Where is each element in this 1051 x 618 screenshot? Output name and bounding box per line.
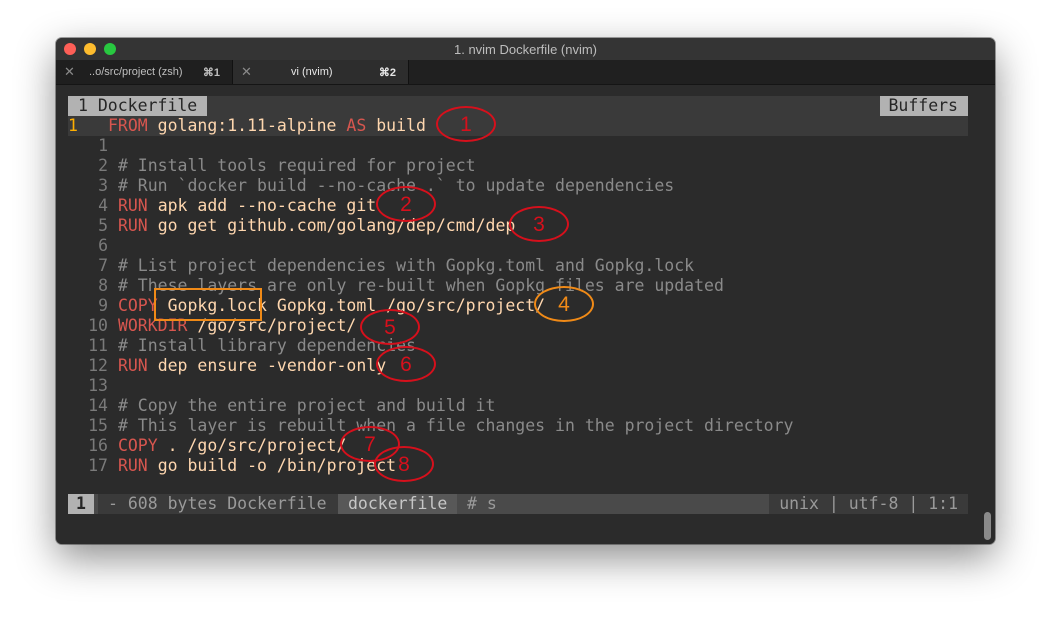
status-line: 1 - 608 bytes Dockerfile dockerfile # s … [68,494,968,514]
keyword: RUN [117,456,158,475]
code-line[interactable]: 15 # This layer is rebuilt when a file c… [68,416,968,436]
line-number: 6 [98,236,108,255]
keyword: FROM [108,116,158,135]
annotation-6: 6 [376,346,436,382]
annotation-4: 4 [534,286,594,322]
code-line[interactable]: 1 [68,136,968,156]
code-line[interactable]: 12 RUN dep ensure -vendor-only [68,356,968,376]
title-bar: 1. nvim Dockerfile (nvim) [56,38,995,60]
code-text: apk add --no-cache git [157,196,377,215]
keyword: RUN [117,356,158,375]
line-number: 12 [88,356,108,375]
code-line[interactable]: 13 [68,376,968,396]
code-line[interactable]: 6 [68,236,968,256]
mode-indicator: 1 [68,494,94,514]
tab-shortcut: ⌘2 [378,67,396,79]
line-number: 14 [88,396,108,415]
line-number: 1 [68,116,78,135]
line-number: 5 [98,216,108,235]
tab-shortcut: ⌘1 [202,67,220,79]
line-number: 4 [98,196,108,215]
code-text: go get github.com/golang/dep/cmd/dep [157,216,516,235]
line-number: 11 [88,336,108,355]
tab-zsh[interactable]: ✕ ..o/src/project (zsh) ⌘1 [56,60,233,84]
code-line[interactable]: 14 # Copy the entire project and build i… [68,396,968,416]
line-number: 17 [88,456,108,475]
code-line[interactable]: 7 # List project dependencies with Gopkg… [68,256,968,276]
buffer-line: 1 Dockerfile Buffers [68,96,968,116]
line-number: 13 [88,376,108,395]
tab-nvim[interactable]: ✕ vi (nvim) ⌘2 [233,60,409,84]
code-line[interactable]: 11 # Install library dependencies [68,336,968,356]
keyword: RUN [117,196,158,215]
symbol-label: # s [457,494,507,514]
tab-label: ..o/src/project (zsh) [89,66,183,78]
code-text: golang:1.11-alpine [157,116,347,135]
close-tab-icon[interactable]: ✕ [241,64,252,80]
comment: # List project dependencies with Gopkg.t… [117,256,695,275]
line-number: 3 [98,176,108,195]
tab-bar: ✕ ..o/src/project (zsh) ⌘1 ✕ vi (nvim) ⌘… [56,60,995,85]
close-tab-icon[interactable]: ✕ [64,64,75,80]
keyword: RUN [117,216,158,235]
file-info: - 608 bytes Dockerfile [98,494,344,514]
line-number: 9 [98,296,108,315]
annotation-8: 8 [374,446,434,482]
line-number: 8 [98,276,108,295]
code-line[interactable]: 17 RUN go build -o /bin/project [68,456,968,476]
code-text: . /go/src/project/ [167,436,347,455]
line-number: 10 [88,316,108,335]
line-number: 16 [88,436,108,455]
line-number: 7 [98,256,108,275]
tab-label: vi (nvim) [291,66,333,78]
line-number: 1 [98,136,108,155]
line-number: 15 [88,416,108,435]
code-text: build [366,116,426,135]
code-line-1[interactable]: 1 FROM golang:1.11-alpine AS build [68,116,968,136]
annotation-2: 2 [376,186,436,222]
line-number: 2 [98,156,108,175]
code-line[interactable]: 16 COPY . /go/src/project/ [68,436,968,456]
code-line[interactable]: 3 # Run `docker build --no-cache .` to u… [68,176,968,196]
keyword: AS [346,116,367,135]
comment: # Install tools required for project [117,156,476,175]
annotation-5: 5 [360,309,420,345]
buffers-label: Buffers [880,96,968,116]
annotation-1: 1 [436,106,496,142]
encoding-position: unix | utf-8 | 1:1 [769,494,968,514]
code-line[interactable]: 2 # Install tools required for project [68,156,968,176]
annotation-3: 3 [509,206,569,242]
code-text: dep ensure -vendor-only [157,356,387,375]
buffer-tab[interactable]: 1 Dockerfile [68,96,208,116]
scrollbar-thumb[interactable] [984,512,991,540]
keyword: COPY [117,436,168,455]
window-title: 1. nvim Dockerfile (nvim) [453,42,598,57]
comment: # This layer is rebuilt when a file chan… [117,416,794,435]
highlight-box-gopkg-lock [154,288,262,321]
comment: # Copy the entire project and build it [117,396,496,415]
filetype-label: dockerfile [338,494,458,514]
